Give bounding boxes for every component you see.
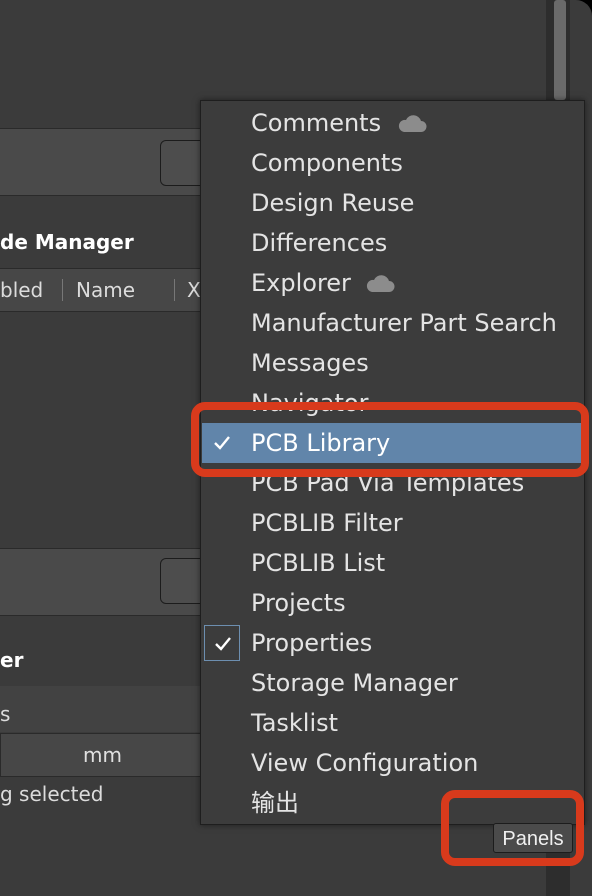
column-x[interactable]: X [187, 269, 201, 311]
menu-item-label: Projects [251, 589, 346, 617]
menu-item-view-configuration[interactable]: View Configuration [202, 743, 584, 783]
menu-item-label: View Configuration [251, 749, 479, 777]
menu-item-properties[interactable]: Properties [202, 623, 584, 663]
panels-menu: Comments Components Design Reuse Differe… [200, 100, 585, 825]
menu-item-differences[interactable]: Differences [202, 223, 584, 263]
table-column-header: bled Name X [0, 268, 210, 312]
checkmark-icon [214, 436, 230, 450]
menu-item-label: PCBLIB Filter [251, 509, 403, 537]
column-name[interactable]: Name [76, 269, 135, 311]
menu-item-components[interactable]: Components [202, 143, 584, 183]
selection-status: g selected [0, 782, 104, 806]
menu-item-label: Manufacturer Part Search [251, 309, 557, 337]
panels-button[interactable]: Panels [493, 823, 573, 853]
menu-item-pcblib-filter[interactable]: PCBLIB Filter [202, 503, 584, 543]
menu-item-label: Messages [251, 349, 369, 377]
column-separator [62, 279, 63, 301]
unit-field[interactable]: mm [0, 733, 207, 777]
menu-item-label: Properties [251, 629, 373, 657]
menu-item-label: Tasklist [251, 709, 339, 737]
menu-item-messages[interactable]: Messages [202, 343, 584, 383]
menu-item-label: PCB Pad Via Templates [251, 469, 525, 497]
column-enabled[interactable]: bled [0, 269, 43, 311]
menu-item-label: Explorer [251, 269, 351, 297]
column-separator [174, 279, 175, 301]
menu-item-label: PCBLIB List [251, 549, 386, 577]
menu-item-explorer[interactable]: Explorer [202, 263, 584, 303]
check-indicator [204, 625, 240, 661]
section-title-manager: de Manager [0, 230, 134, 254]
menu-item-projects[interactable]: Projects [202, 583, 584, 623]
menu-item-design-reuse[interactable]: Design Reuse [202, 183, 584, 223]
section-title-2: er [0, 648, 24, 672]
check-indicator [204, 425, 240, 461]
menu-item-label: Design Reuse [251, 189, 415, 217]
properties-row [0, 686, 210, 732]
menu-item-tasklist[interactable]: Tasklist [202, 703, 584, 743]
cloud-icon [366, 275, 395, 292]
menu-item-manufacturer-part-search[interactable]: Manufacturer Part Search [202, 303, 584, 343]
menu-item-label: Navigator [251, 389, 369, 417]
menu-item-navigator[interactable]: Navigator [202, 383, 584, 423]
menu-item-label: Components [251, 149, 403, 177]
menu-item-pcb-library[interactable]: PCB Library [202, 423, 584, 463]
menu-item-output[interactable]: 输出 [202, 783, 584, 823]
unit-value: mm [83, 743, 122, 767]
menu-item-label: Storage Manager [251, 669, 458, 697]
menu-item-storage-manager[interactable]: Storage Manager [202, 663, 584, 703]
checkmark-icon [215, 637, 231, 651]
menu-item-pcblib-list[interactable]: PCBLIB List [202, 543, 584, 583]
cloud-icon [398, 115, 427, 132]
menu-item-label: 输出 [251, 789, 299, 817]
app-window: de Manager bled Name X er s mm g selecte… [0, 0, 592, 896]
menu-item-label: PCB Library [251, 429, 391, 457]
menu-item-comments[interactable]: Comments [202, 103, 584, 143]
row-label: s [0, 702, 11, 726]
menu-item-pcb-pad-via-templates[interactable]: PCB Pad Via Templates [202, 463, 584, 503]
scrollbar-thumb[interactable] [554, 0, 566, 100]
menu-item-label: Comments [251, 109, 382, 137]
menu-item-label: Differences [251, 229, 388, 257]
